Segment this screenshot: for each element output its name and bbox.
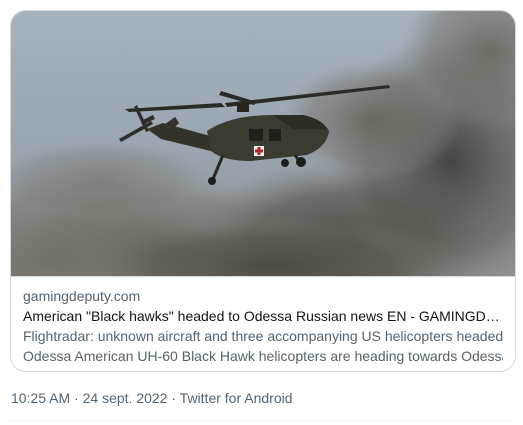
- divider: [10, 420, 514, 421]
- tweet-date-link[interactable]: 24 sept. 2022: [83, 390, 168, 406]
- tweet-metadata: 10:25 AM · 24 sept. 2022 · Twitter for A…: [11, 389, 293, 407]
- meta-separator: ·: [74, 390, 79, 406]
- card-description-line: Odessa American UH-60 Black Hawk helicop…: [23, 348, 503, 364]
- tweet-source-link[interactable]: Twitter for Android: [180, 390, 293, 406]
- card-domain: gamingdeputy.com: [23, 288, 141, 304]
- card-title: American "Black hawks" headed to Odessa …: [23, 308, 503, 324]
- tweet-time-link[interactable]: 10:25 AM: [11, 390, 70, 406]
- card-image[interactable]: [11, 11, 515, 277]
- card-description-line: Flightradar: unknown aircraft and three …: [23, 328, 503, 344]
- meta-separator: ·: [171, 390, 177, 406]
- card-description: Flightradar: unknown aircraft and three …: [23, 326, 503, 366]
- link-preview-card[interactable]: gamingdeputy.com American "Black hawks" …: [10, 10, 516, 372]
- helicopter-photo: [11, 11, 515, 276]
- card-text[interactable]: gamingdeputy.com American "Black hawks" …: [11, 277, 515, 366]
